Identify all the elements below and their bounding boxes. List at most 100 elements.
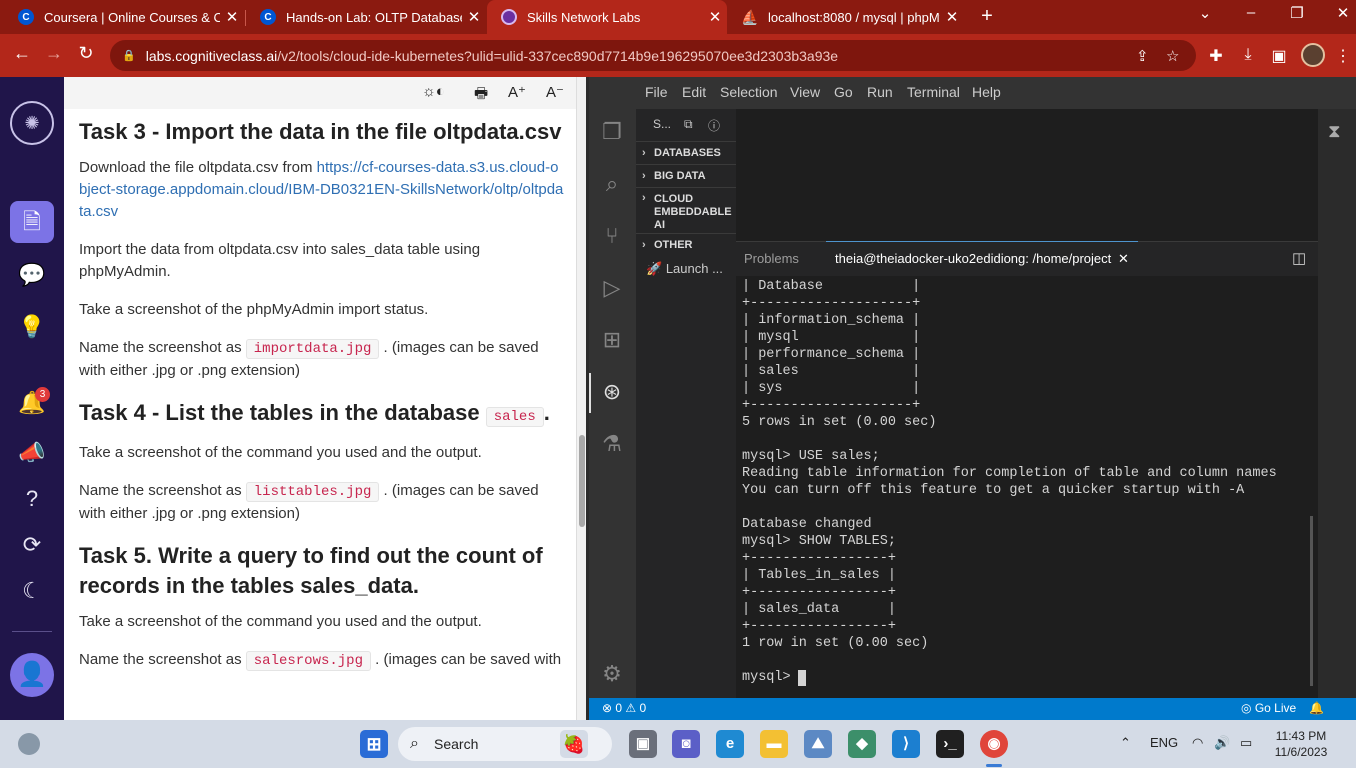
extensions-icon[interactable]: ⊞: [597, 325, 627, 355]
tab-terminal[interactable]: theia@theiadocker-uko2edidiong: /home/pr…: [835, 251, 1111, 266]
dark-mode-moon-icon[interactable]: ☾: [16, 575, 48, 607]
restore-button[interactable]: ❐: [1282, 4, 1312, 22]
lightbulb-icon[interactable]: 💡: [16, 311, 48, 343]
side-panel-icon[interactable]: ▣: [1268, 46, 1290, 66]
tab-phpmyadmin[interactable]: ⛵ localhost:8080 / mysql | phpMyA ✕: [728, 0, 964, 34]
menu-selection[interactable]: Selection: [720, 84, 778, 100]
font-increase-button[interactable]: A⁺: [508, 83, 526, 101]
teams-chat-icon[interactable]: ◙: [672, 730, 700, 758]
tray-chevron-up-icon[interactable]: ⌃: [1120, 735, 1131, 751]
terminal-scrollbar[interactable]: [1310, 516, 1313, 686]
menu-run[interactable]: Run: [867, 84, 893, 100]
error-count: 0: [615, 701, 623, 715]
explorer-files-icon[interactable]: ❐: [597, 117, 627, 147]
terminal-app-icon[interactable]: ›_: [936, 730, 964, 758]
chat-icon[interactable]: 💬: [16, 259, 48, 291]
menu-file[interactable]: File: [645, 84, 668, 100]
toggle-maximize-panel-icon[interactable]: ◫: [1292, 249, 1306, 267]
menu-view[interactable]: View: [790, 84, 820, 100]
close-window-button[interactable]: ✕: [1328, 4, 1356, 22]
close-terminal-icon[interactable]: ✕: [1118, 251, 1129, 267]
user-avatar-icon[interactable]: 👤: [10, 653, 54, 697]
minimize-button[interactable]: –: [1236, 4, 1266, 21]
section-other[interactable]: › OTHER: [636, 233, 736, 255]
task-view-icon[interactable]: ▣: [629, 730, 657, 758]
section-databases[interactable]: › DATABASES: [636, 141, 736, 163]
help-circle-icon[interactable]: ⓘ: [708, 117, 720, 134]
menu-edit[interactable]: Edit: [682, 84, 706, 100]
name-label: Name the screenshot as: [79, 482, 246, 499]
language-indicator[interactable]: ENG: [1150, 735, 1178, 750]
search-label: Search: [434, 736, 479, 752]
print-icon[interactable]: 🖶: [474, 83, 488, 108]
megaphone-icon[interactable]: 📣: [16, 437, 48, 469]
section-big-data[interactable]: › BIG DATA: [636, 164, 736, 186]
address-bar[interactable]: 🔒 labs.cognitiveclass.ai/v2/tools/cloud-…: [110, 40, 1196, 71]
profile-avatar[interactable]: [1301, 43, 1325, 67]
chrome-menu-icon[interactable]: ⋮: [1332, 46, 1354, 66]
source-control-icon[interactable]: ⑂: [597, 221, 627, 251]
tab-close-icon[interactable]: ✕: [940, 8, 964, 26]
settings-gear-icon[interactable]: ⚙: [597, 659, 627, 689]
back-button[interactable]: ←: [10, 43, 34, 64]
tab-coursera[interactable]: C Coursera | Online Courses & Cre ✕: [4, 0, 244, 34]
edge-browser-icon[interactable]: e: [716, 730, 744, 758]
font-decrease-button[interactable]: A⁻: [546, 83, 564, 101]
forward-button[interactable]: →: [42, 43, 66, 64]
tab-search-chevron-icon[interactable]: ⌄: [1190, 4, 1220, 22]
problems-status[interactable]: ⊗ 0 ⚠ 0: [602, 701, 646, 715]
reload-button[interactable]: ↻: [74, 43, 98, 64]
volume-icon[interactable]: 🔊: [1214, 735, 1230, 751]
download-label: Download the file oltpdata.csv from: [79, 159, 317, 176]
activity-bar: ❐ ⌕ ⑂ ▷ ⊞ ⊛ ⚗ ⚙: [589, 109, 636, 698]
extension-note: . (images can be saved with: [370, 651, 562, 668]
skills-network-logo-icon[interactable]: ✺: [10, 101, 54, 145]
skills-network-toolbox-icon[interactable]: ⊛: [597, 377, 627, 407]
tab-close-icon[interactable]: ✕: [220, 8, 244, 26]
launch-label: Launch ...: [665, 261, 723, 276]
bookmark-star-icon[interactable]: ☆: [1166, 47, 1179, 65]
vscode-icon[interactable]: ⟩: [892, 730, 920, 758]
tab-problems[interactable]: Problems: [744, 251, 799, 266]
extensions-puzzle-icon[interactable]: ✚: [1205, 46, 1227, 66]
terminal[interactable]: | Database | +--------------------+ | in…: [736, 276, 1318, 698]
menu-help[interactable]: Help: [972, 84, 1001, 100]
launch-application-item[interactable]: 🚀 Launch ...: [646, 261, 723, 277]
theme-toggle-icon[interactable]: ☼◐: [422, 83, 445, 100]
instructions-icon[interactable]: 🗎: [10, 201, 54, 243]
task3-name-text: Name the screenshot as importdata.jpg . …: [79, 337, 564, 382]
help-icon[interactable]: ?: [16, 483, 48, 515]
new-tab-button[interactable]: +: [976, 5, 998, 28]
file-explorer-icon[interactable]: ▬: [760, 730, 788, 758]
battery-icon[interactable]: ▭: [1240, 735, 1252, 751]
photos-icon[interactable]: ⛰: [804, 730, 832, 758]
refresh-icon[interactable]: ⟳: [16, 529, 48, 561]
outline-icon[interactable]: ⧗: [1328, 121, 1341, 142]
task3-screenshot-text: Take a screenshot of the phpMyAdmin impo…: [79, 301, 429, 318]
windows-start-icon[interactable]: ⊞: [360, 730, 388, 758]
taskbar-clock[interactable]: 11:43 PM 11/6/2023: [1262, 728, 1340, 760]
task5-screenshot-text: Take a screenshot of the command you use…: [79, 613, 482, 630]
tab-close-icon[interactable]: ✕: [703, 8, 727, 26]
chrome-icon[interactable]: ◉: [980, 730, 1008, 758]
search-icon[interactable]: ⌕: [597, 169, 627, 199]
collapse-all-icon[interactable]: ⧉: [684, 117, 693, 132]
flask-icon[interactable]: ⚗: [597, 429, 627, 459]
download-icon[interactable]: ⤓: [1237, 46, 1259, 64]
instructions-scrollbar[interactable]: [576, 77, 586, 720]
wifi-icon[interactable]: ◠: [1192, 735, 1203, 751]
tab-close-icon[interactable]: ✕: [462, 8, 486, 26]
notifications-bell-icon[interactable]: 🔔: [1309, 701, 1324, 715]
run-debug-icon[interactable]: ▷: [597, 273, 627, 303]
menu-go[interactable]: Go: [834, 84, 853, 100]
go-live-button[interactable]: ◎ Go Live: [1241, 701, 1296, 715]
tab-title: Hands-on Lab: OLTP Database | C: [286, 9, 462, 25]
scrollbar-thumb[interactable]: [579, 435, 585, 527]
menu-terminal[interactable]: Terminal: [907, 84, 960, 100]
tab-hands-on-lab[interactable]: C Hands-on Lab: OLTP Database | C ✕: [246, 0, 486, 34]
tab-skills-network-labs[interactable]: Skills Network Labs ✕: [487, 0, 727, 34]
app-tools-icon[interactable]: ◆: [848, 730, 876, 758]
share-icon[interactable]: ⇪: [1136, 47, 1149, 65]
weather-icon[interactable]: [18, 733, 40, 755]
section-cloud-embeddable-ai[interactable]: › CLOUD EMBEDDABLE AI: [636, 187, 736, 231]
